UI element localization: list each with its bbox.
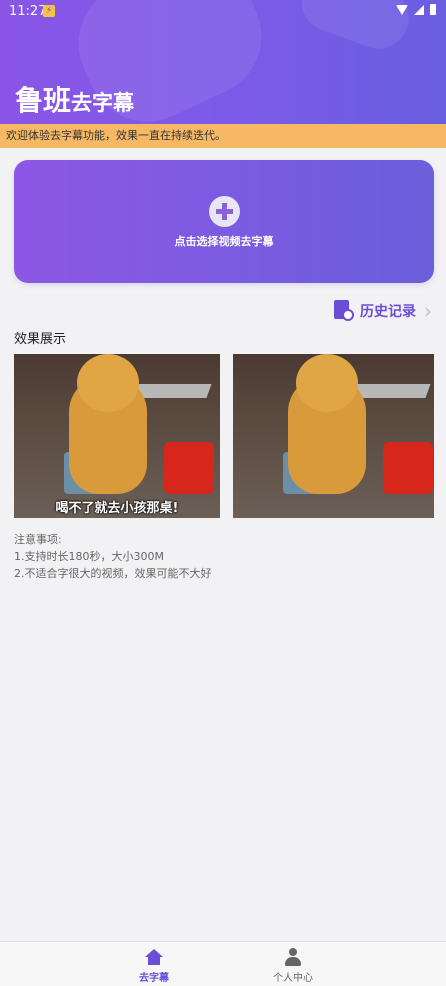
bottom-nav: 去字幕 个人中心 — [0, 941, 446, 986]
history-link[interactable]: 历史记录 › — [334, 300, 432, 322]
demo-subtitle-caption: 喝不了就去小孩那桌! — [55, 501, 179, 516]
nav-tab-label: 去字幕 — [139, 973, 169, 984]
app-header: 11:27 ⚡ 鲁班去字幕 — [0, 0, 446, 124]
person-icon — [284, 948, 302, 966]
app-title-sub: 去字幕 — [71, 91, 135, 115]
status-bar: 11:27 ⚡ — [0, 0, 446, 24]
history-label: 历史记录 — [360, 304, 416, 320]
home-icon — [145, 949, 163, 965]
notice-bar: 欢迎体验去字幕功能，效果一直在持续迭代。 — [0, 124, 446, 148]
select-video-button[interactable]: 点击选择视频去字幕 — [14, 160, 434, 283]
select-video-label: 点击选择视频去字幕 — [174, 235, 274, 248]
status-time: 11:27 — [9, 4, 47, 19]
demo-before-image: 喝不了就去小孩那桌! — [14, 354, 220, 518]
lightning-icon: ⚡ — [43, 5, 55, 17]
nav-tab-label: 个人中心 — [273, 973, 313, 984]
notes-line: 2.不适合字很大的视频，效果可能不大好 — [14, 567, 212, 580]
app-title-main: 鲁班 — [15, 84, 72, 117]
signal-icon — [414, 4, 424, 15]
demo-title: 效果展示 — [14, 332, 67, 347]
add-circle-icon — [209, 196, 240, 227]
nav-tab-remove-subtitle[interactable]: 去字幕 — [94, 942, 214, 986]
status-icons — [396, 4, 436, 15]
notes-line: 1.支持时长180秒，大小300M — [14, 550, 164, 563]
notes-title: 注意事项: — [14, 533, 62, 546]
demo-after-image — [233, 354, 434, 518]
wifi-icon — [396, 4, 408, 15]
nav-tab-profile[interactable]: 个人中心 — [233, 942, 353, 986]
notes-section: 注意事项: 1.支持时长180秒，大小300M 2.不适合字很大的视频，效果可能… — [14, 531, 212, 582]
history-icon — [334, 300, 354, 322]
battery-icon — [430, 4, 436, 15]
app-title: 鲁班去字幕 — [15, 79, 134, 119]
chevron-right-icon: › — [424, 299, 432, 323]
